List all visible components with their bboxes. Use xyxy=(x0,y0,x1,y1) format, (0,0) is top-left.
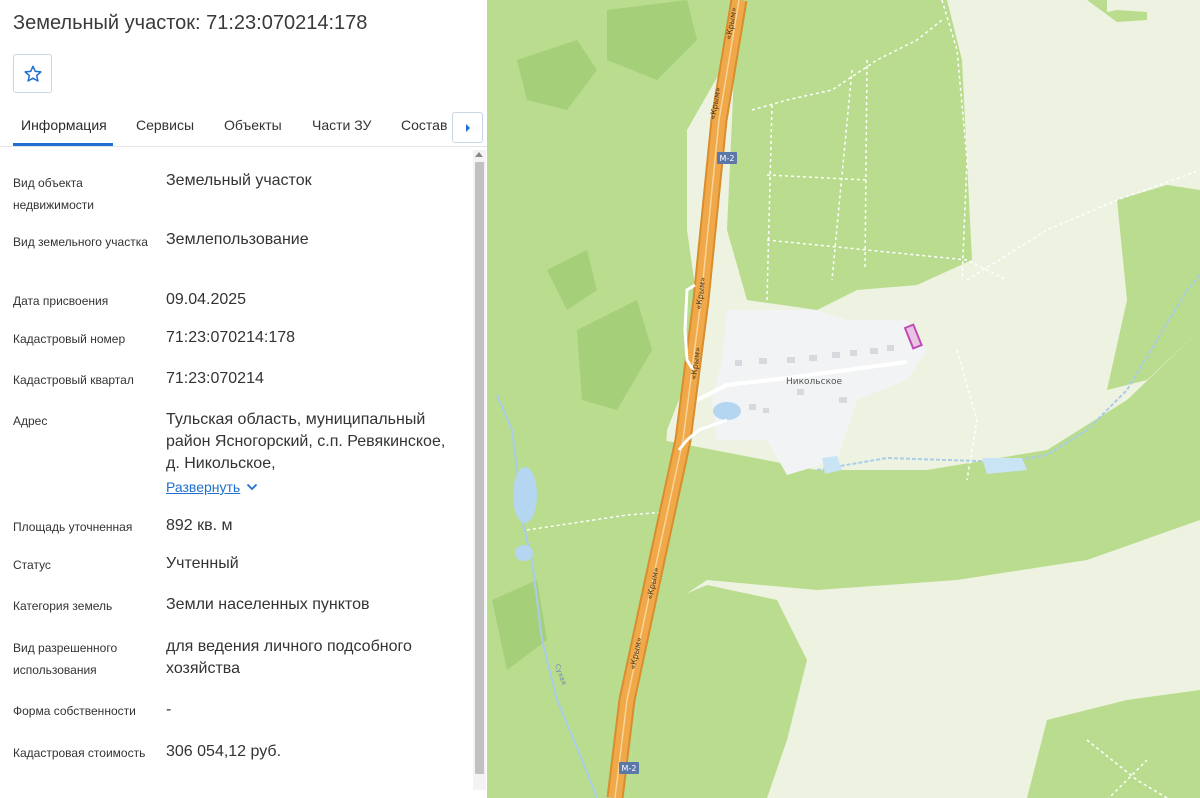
tab-parts[interactable]: Части ЗУ xyxy=(312,117,371,133)
label-cad-value: Кадастровая стоимость xyxy=(13,746,146,760)
label-area: Площадь уточненная xyxy=(13,520,133,534)
route-badge: М-2 xyxy=(717,152,737,164)
tab-information[interactable]: Информация xyxy=(21,117,107,133)
expand-label: Развернуть xyxy=(166,479,241,495)
label-ownership: Форма собственности xyxy=(13,704,136,718)
tab-objects[interactable]: Объекты xyxy=(224,117,282,133)
map-canvas[interactable]: «Крым» «Крым» «Крым» «Крым» «Крым» «Крым… xyxy=(487,0,1200,798)
village-pond xyxy=(713,402,741,420)
value-object-type: Земельный участок xyxy=(166,172,312,189)
star-outline-icon xyxy=(23,65,42,82)
page-title: Земельный участок: 71:23:070214:178 xyxy=(13,12,368,34)
value-cad-number: 71:23:070214:178 xyxy=(166,329,296,346)
label-date: Дата присвоения xyxy=(13,294,109,308)
forest-area-center xyxy=(727,0,972,310)
label-address: Адрес xyxy=(13,414,48,428)
label-land-type: Вид земельного участка xyxy=(13,235,148,249)
svg-text:М-2: М-2 xyxy=(720,154,735,163)
scrollbar-thumb[interactable] xyxy=(475,162,484,774)
village-label: Никольское xyxy=(786,377,843,387)
panel-scrollbar[interactable] xyxy=(473,150,486,790)
svg-text:М-2: М-2 xyxy=(622,764,637,773)
expand-address-link[interactable]: Развернуть xyxy=(166,479,258,495)
label-status: Статус xyxy=(13,558,51,572)
chevron-down-icon xyxy=(247,483,258,491)
caret-right-icon xyxy=(465,123,470,132)
tab-composition[interactable]: Состав xyxy=(401,117,447,133)
value-address: Тульская область, муниципальный район Яс… xyxy=(166,411,446,472)
value-land-type: Землепользование xyxy=(166,231,309,248)
label-object-type: Вид объекта недвижимости xyxy=(13,176,94,212)
tab-services[interactable]: Сервисы xyxy=(136,117,194,133)
scroll-up-arrow-icon[interactable] xyxy=(475,152,483,157)
value-area: 892 кв. м xyxy=(166,517,233,534)
label-category: Категория земель xyxy=(13,599,113,613)
label-cad-number: Кадастровый номер xyxy=(13,332,126,346)
label-cad-quarter: Кадастровый квартал xyxy=(13,373,134,387)
lake xyxy=(513,467,537,523)
value-status: Учтенный xyxy=(166,555,239,572)
info-panel: Земельный участок: 71:23:070214:178 Инфо… xyxy=(0,0,487,798)
favorite-button[interactable] xyxy=(13,54,52,93)
map-view[interactable]: «Крым» «Крым» «Крым» «Крым» «Крым» «Крым… xyxy=(487,0,1200,798)
active-tab-indicator xyxy=(13,143,113,146)
label-permitted-use: Вид разрешенного использования xyxy=(13,641,118,677)
tab-bar: Информация Сервисы Объекты Части ЗУ Сост… xyxy=(0,104,487,147)
lake xyxy=(515,545,533,561)
tabs-next-button[interactable] xyxy=(452,112,483,143)
value-ownership: - xyxy=(166,701,172,718)
value-cad-value: 306 054,12 руб. xyxy=(166,743,282,760)
value-category: Земли населенных пунктов xyxy=(166,596,370,613)
value-permitted-use: для ведения личного подсобного хозяйства xyxy=(166,638,412,677)
value-date: 09.04.2025 xyxy=(166,291,247,308)
value-cad-quarter: 71:23:070214 xyxy=(166,370,264,387)
route-badge: М-2 xyxy=(619,762,639,774)
